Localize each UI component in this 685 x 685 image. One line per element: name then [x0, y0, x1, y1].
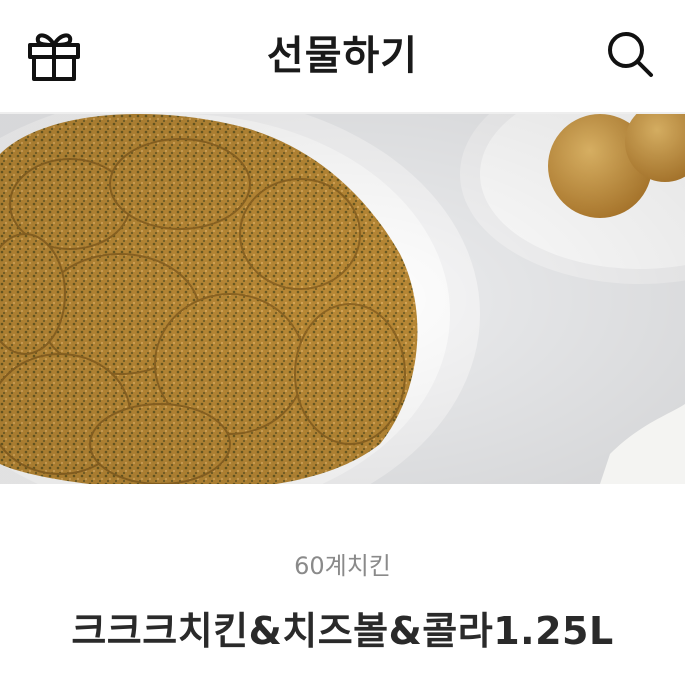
- product-image[interactable]: [0, 114, 685, 484]
- gift-icon: [26, 27, 82, 85]
- search-icon: [604, 28, 656, 84]
- gift-product-screen: 선물하기 60계치킨 크크크치킨&치즈볼&콜라1.25L: [0, 0, 685, 685]
- search-button[interactable]: [598, 24, 662, 88]
- page-title: 선물하기: [266, 33, 419, 79]
- brand-name: 60계치킨: [294, 552, 391, 580]
- product-title[interactable]: 크크크치킨&치즈볼&콜라1.25L: [0, 600, 685, 655]
- top-header: 선물하기: [0, 0, 685, 112]
- gift-button[interactable]: [22, 24, 86, 88]
